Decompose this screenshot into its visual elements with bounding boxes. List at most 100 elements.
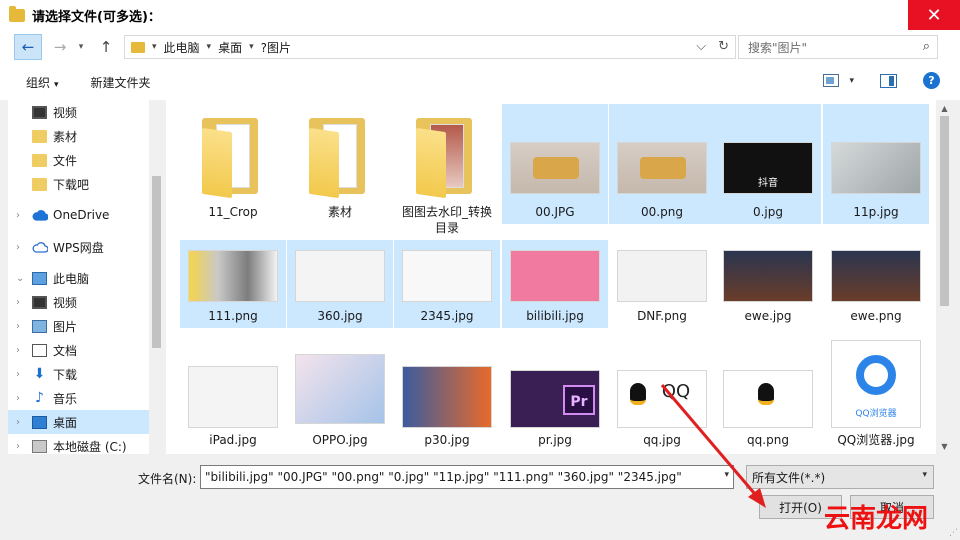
scrollbar-thumb[interactable] [940, 116, 949, 306]
nav-item[interactable]: › 桌面 [8, 410, 150, 434]
file-item[interactable]: bilibili.jpg [502, 240, 608, 328]
nav-item[interactable]: 素材 [8, 124, 150, 148]
expand-chevron-icon[interactable]: › [16, 210, 28, 221]
expand-chevron-icon[interactable]: ⌄ [16, 273, 28, 284]
breadcrumb-pictures[interactable]: ?图片 [261, 39, 291, 56]
expand-chevron-icon[interactable]: › [16, 441, 28, 452]
file-name: 11p.jpg [853, 205, 899, 219]
expand-chevron-icon[interactable]: › [16, 345, 28, 356]
address-dropdown-icon[interactable]: ⌵ [696, 39, 706, 54]
file-item[interactable]: Pr pr.jpg [502, 348, 608, 454]
file-item[interactable]: OPPO.jpg [287, 348, 393, 454]
address-bar[interactable]: ▾ 此电脑 ▾ 桌面 ▾ ?图片 ⌵ ↻ [124, 35, 736, 59]
organize-button[interactable]: 组织 ▾ [26, 74, 59, 91]
nav-item-label: 下载 [53, 367, 78, 382]
address-row: ← → ▾ ↑ ▾ 此电脑 ▾ 桌面 ▾ ?图片 ⌵ ↻ 搜索"图片" ⌕ [0, 30, 960, 64]
nav-item[interactable]: › ♪ 音乐 [8, 386, 150, 410]
disk-icon [32, 439, 47, 453]
recent-locations-dropdown[interactable]: ▾ [74, 34, 88, 60]
file-name: iPad.jpg [209, 433, 257, 447]
help-icon[interactable]: ? [923, 72, 940, 89]
resize-grip-icon[interactable]: ⋰ [949, 528, 958, 538]
breadcrumb-separator[interactable]: ▾ [152, 42, 157, 52]
expand-chevron-icon[interactable]: › [16, 242, 28, 253]
file-item[interactable]: 11p.jpg [823, 104, 929, 224]
file-thumbnail: QQ浏览器 [831, 340, 921, 428]
video-icon [32, 105, 47, 119]
file-list-scrollbar[interactable]: ▲ ▼ [936, 100, 953, 454]
expand-chevron-icon[interactable]: › [16, 297, 28, 308]
navigation-scrollbar[interactable] [149, 100, 164, 454]
file-name: qq.png [747, 433, 789, 447]
nav-item[interactable]: 文件 [8, 148, 150, 172]
search-icon[interactable]: ⌕ [923, 39, 930, 54]
nav-item[interactable]: › ⬇ 下载 [8, 362, 150, 386]
forward-button[interactable]: → [46, 34, 74, 60]
file-item[interactable]: 00.JPG [502, 104, 608, 224]
nav-item[interactable]: 下载吧 [8, 172, 150, 196]
nav-item[interactable]: › WPS网盘 [8, 235, 150, 259]
preview-pane-icon[interactable] [880, 73, 897, 88]
file-item[interactable]: 抖音 0.jpg [715, 104, 821, 224]
folder-item[interactable]: 素材 [287, 104, 393, 224]
breadcrumb-separator[interactable]: ▾ [249, 42, 254, 52]
file-name: 11_Crop [208, 205, 258, 219]
file-item[interactable]: 360.jpg [287, 240, 393, 328]
thumbnail-caption: 抖音 [758, 178, 778, 189]
scrollbar-thumb[interactable] [152, 176, 161, 348]
file-item[interactable]: 00.png [609, 104, 715, 224]
expand-chevron-icon[interactable]: › [16, 369, 28, 380]
chevron-down-icon[interactable]: ▾ [724, 470, 729, 480]
nav-item[interactable]: › 文档 [8, 338, 150, 362]
breadcrumb-this-pc[interactable]: 此电脑 [164, 39, 200, 56]
file-item[interactable]: ewe.jpg [715, 240, 821, 328]
file-item[interactable]: QQ qq.jpg [609, 348, 715, 454]
nav-item-label: 文档 [53, 343, 78, 358]
expand-chevron-icon[interactable]: › [16, 321, 28, 332]
scroll-up-icon[interactable]: ▲ [936, 100, 953, 116]
nav-item[interactable]: › 视频 [8, 290, 150, 314]
search-input[interactable]: 搜索"图片" ⌕ [738, 35, 938, 59]
chevron-down-icon: ▾ [54, 79, 59, 90]
file-thumbnail [295, 354, 385, 424]
folder-item[interactable]: 图图去水印_转换目录 [394, 104, 500, 235]
qq-penguin-icon [758, 383, 774, 405]
nav-item[interactable]: ⌄ 此电脑 [8, 266, 150, 290]
nav-item-label: 桌面 [53, 415, 78, 430]
new-folder-button[interactable]: 新建文件夹 [91, 74, 151, 91]
nav-item[interactable]: › OneDrive [8, 203, 150, 227]
expand-chevron-icon[interactable]: › [16, 393, 28, 404]
folder-flap [416, 127, 446, 199]
file-name: 素材 [327, 205, 352, 219]
file-item[interactable]: DNF.png [609, 240, 715, 328]
breadcrumb-desktop[interactable]: 桌面 [218, 39, 242, 56]
nav-item-label: 视频 [53, 105, 78, 120]
view-options-icon[interactable] [823, 74, 840, 87]
file-item[interactable]: iPad.jpg [180, 348, 286, 454]
filename-input[interactable]: "bilibili.jpg" "00.JPG" "00.png" "0.jpg"… [200, 465, 734, 489]
refresh-icon[interactable]: ↻ [718, 39, 729, 54]
breadcrumb-separator[interactable]: ▾ [207, 42, 212, 52]
onedrive-icon [32, 209, 49, 222]
nav-item[interactable]: › 本地磁盘 (C:) [8, 434, 150, 454]
file-item[interactable]: ewe.png [823, 240, 929, 328]
up-button[interactable]: ↑ [92, 34, 120, 60]
expand-chevron-icon[interactable]: › [16, 417, 28, 428]
file-item[interactable]: 2345.jpg [394, 240, 500, 328]
nav-item[interactable]: 视频 [8, 100, 150, 124]
back-button[interactable]: ← [14, 34, 42, 60]
nav-item[interactable]: › 图片 [8, 314, 150, 338]
chevron-down-icon[interactable]: ▾ [849, 76, 854, 86]
file-item[interactable]: QQ浏览器 QQ浏览器.jpg [823, 340, 929, 454]
folder-item[interactable]: 11_Crop [180, 104, 286, 224]
scroll-down-icon[interactable]: ▼ [936, 438, 953, 454]
file-type-select[interactable]: 所有文件(*.*) ▾ [746, 465, 934, 489]
file-item[interactable]: qq.png [715, 348, 821, 454]
file-item[interactable]: 111.png [180, 240, 286, 328]
file-item[interactable]: p30.jpg [394, 348, 500, 454]
nav-item-label: 此电脑 [53, 271, 90, 286]
close-button[interactable]: ✕ [908, 0, 960, 30]
file-thumbnail: Pr [510, 370, 600, 428]
file-name: 00.png [641, 205, 683, 219]
nav-item-label: WPS网盘 [53, 240, 104, 255]
